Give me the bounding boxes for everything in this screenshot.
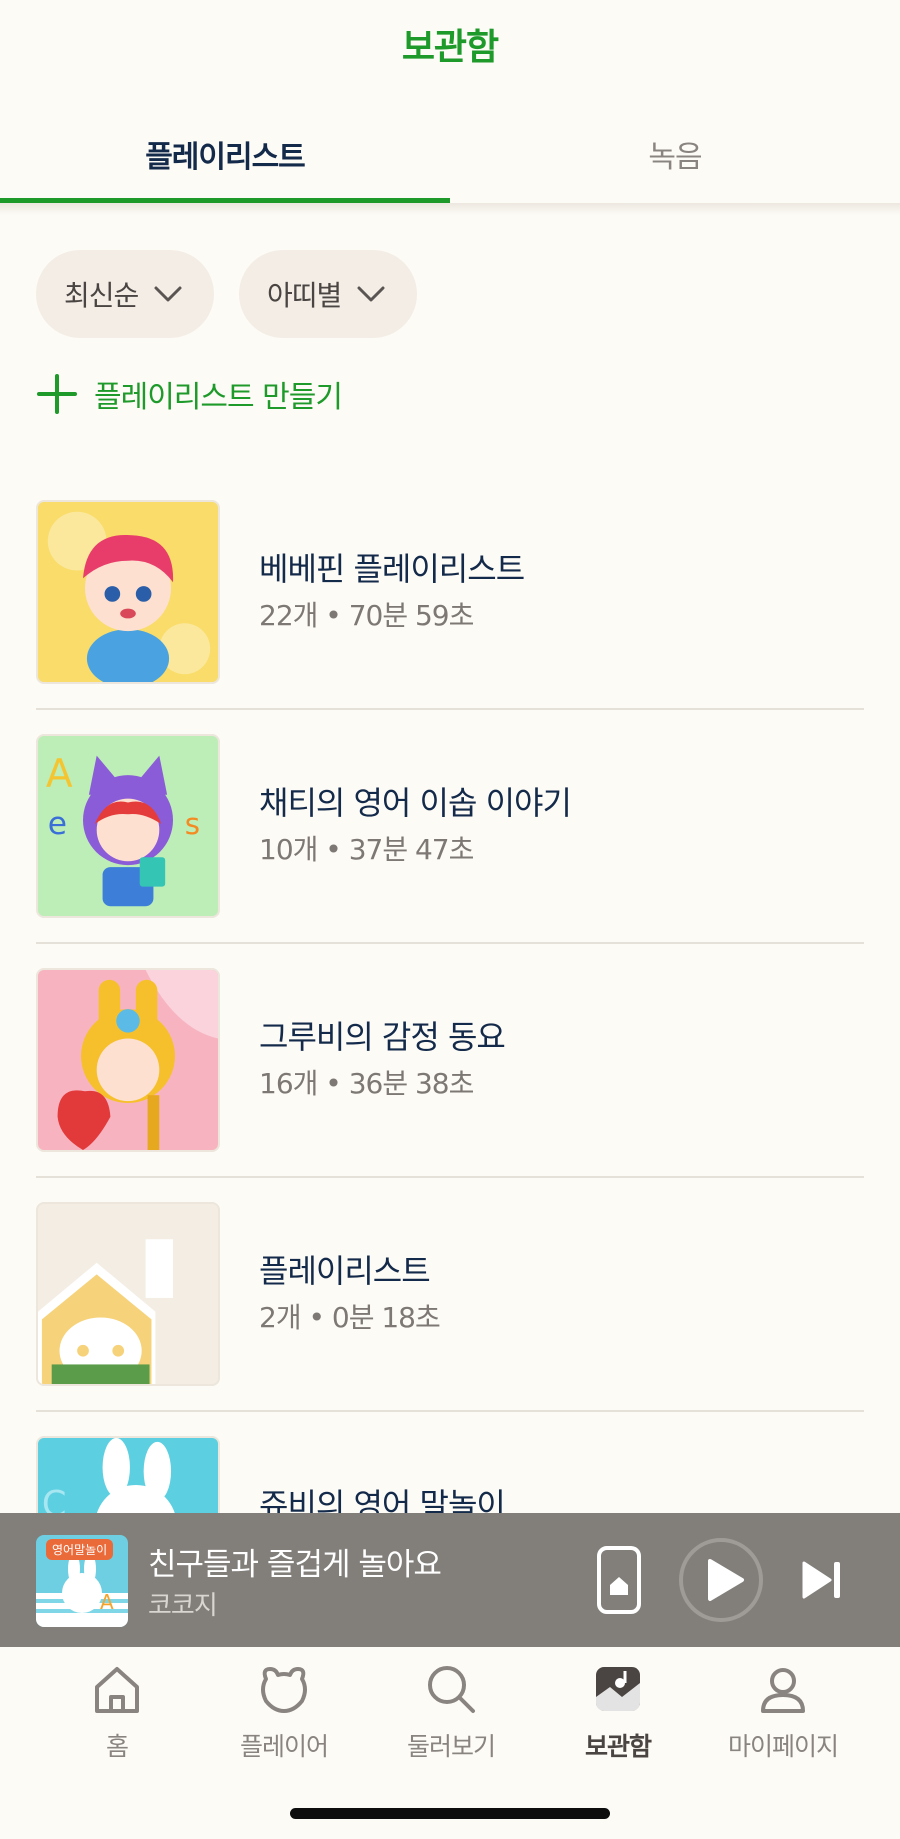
divider [36,708,864,710]
nav-player-label: 플레이어 [239,1732,329,1761]
home-indicator [290,1808,610,1819]
nav-explore[interactable]: 둘러보기 [366,1661,536,1763]
mini-player-badge: 영어말놀이 [46,1539,114,1560]
nav-home-label: 홈 [105,1732,129,1761]
playlist-meta: 16개 • 36분 38초 [259,1067,474,1100]
playlist-meta: 2개 • 0분 18초 [259,1301,441,1334]
sort-filter-chip[interactable]: 최신순 [36,250,215,338]
search-icon [428,1666,475,1713]
playlist-thumbnail [36,500,220,684]
mini-player-artist: 코코지 [148,1591,218,1621]
playlist-item[interactable]: 베베핀 플레이리스트 22개 • 70분 59초 [36,500,864,734]
nav-library-label: 보관함 [584,1732,652,1761]
playlist-thumbnail [36,1202,220,1386]
create-playlist-button[interactable]: 플레이리스트 만들기 [36,372,343,416]
play-button[interactable] [678,1537,764,1623]
svg-text:e: e [48,806,67,842]
character-filter-chip[interactable]: 아띠별 [239,250,418,338]
playlist-meta: 10개 • 37분 47초 [259,833,474,866]
bear-icon [261,1667,307,1713]
nav-player[interactable]: 플레이어 [199,1661,369,1763]
svg-text:A: A [100,1590,114,1614]
chevron-down-icon [154,286,182,302]
mini-player[interactable]: A 영어말놀이 친구들과 즐겁게 놀아요 코코지 [0,1513,900,1647]
playlist-list: 베베핀 플레이리스트 22개 • 70분 59초 A e s 채티의 영어 이솝… [36,500,864,1670]
profile-icon [761,1668,805,1713]
tab-playlist[interactable]: 플레이리스트 [0,130,450,186]
nav-home[interactable]: 홈 [32,1661,202,1763]
divider [36,942,864,944]
playlist-title: 베베핀 플레이리스트 [259,550,525,588]
tab-recording[interactable]: 녹음 [450,130,900,186]
nav-mypage-label: 마이페이지 [727,1732,839,1761]
divider [36,1410,864,1412]
svg-text:A: A [46,752,73,797]
playlist-title: 그루비의 감정 동요 [259,1018,506,1056]
tab-bar-shadow [0,203,900,215]
library-icon [596,1667,640,1711]
playlist-title: 플레이리스트 [259,1252,431,1290]
mini-player-artwork: A 영어말놀이 [36,1535,128,1627]
svg-text:s: s [185,807,200,841]
nav-mypage[interactable]: 마이페이지 [698,1661,868,1763]
plus-icon [37,374,77,414]
playlist-item[interactable]: 그루비의 감정 동요 16개 • 36분 38초 [36,968,864,1202]
playlist-title: 채티의 영어 이솝 이야기 [259,784,572,822]
tab-bar: 플레이리스트 녹음 [0,130,900,204]
chevron-down-icon [357,286,385,302]
device-speaker-icon[interactable] [596,1545,642,1615]
divider [36,1176,864,1178]
nav-library[interactable]: 보관함 [533,1661,703,1763]
playlist-thumbnail [36,968,220,1152]
playlist-meta: 22개 • 70분 59초 [259,599,474,632]
character-filter-label: 아띠별 [267,279,342,312]
create-playlist-label: 플레이리스트 만들기 [94,380,343,415]
skip-next-button[interactable] [800,1557,844,1603]
playlist-thumbnail: A e s [36,734,220,918]
home-icon [95,1667,139,1713]
mini-player-title: 친구들과 즐겁게 놀아요 [148,1547,442,1583]
playlist-item[interactable]: 플레이리스트 2개 • 0분 18초 [36,1202,864,1436]
nav-explore-label: 둘러보기 [406,1732,496,1761]
playlist-item[interactable]: A e s 채티의 영어 이솝 이야기 10개 • 37분 47초 [36,734,864,968]
sort-filter-label: 최신순 [64,279,139,312]
page-title: 보관함 [401,27,499,68]
